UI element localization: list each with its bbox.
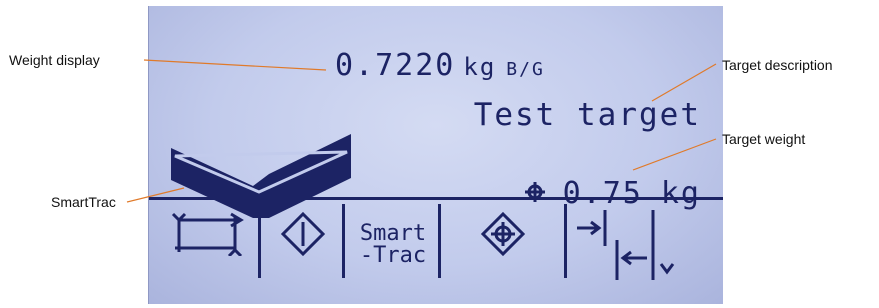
callout-target-weight: Target weight	[722, 131, 806, 147]
callout-smarttrac: SmartTrac	[51, 194, 116, 210]
callout-leader-lines	[126, 59, 717, 203]
callout-weight-display: Weight display	[9, 52, 100, 68]
callout-target-description: Target description	[722, 57, 833, 73]
